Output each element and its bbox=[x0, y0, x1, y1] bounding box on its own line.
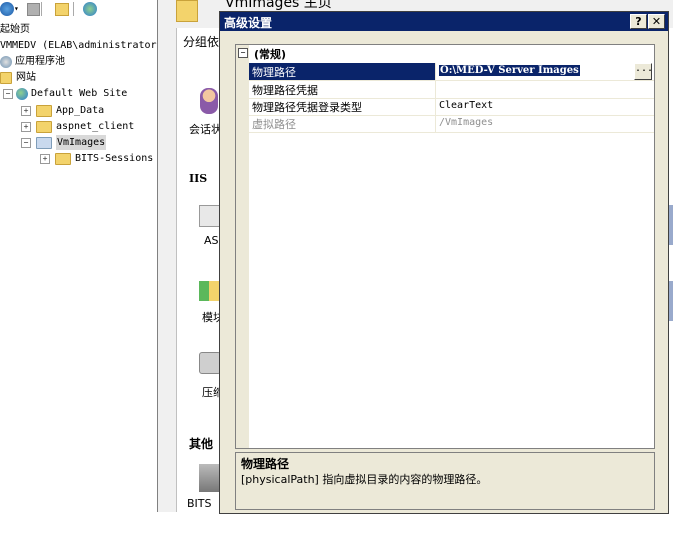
tree-item-label: 应用程序池 bbox=[15, 56, 65, 67]
property-name: 物理路径 bbox=[252, 66, 296, 79]
property-name: 物理路径凭据 bbox=[252, 84, 318, 97]
collapse-icon[interactable]: − bbox=[3, 89, 13, 99]
compression-icon[interactable] bbox=[199, 352, 221, 374]
tree-item-sites[interactable]: 网站 bbox=[0, 70, 36, 85]
save-icon[interactable] bbox=[27, 3, 40, 16]
description-title: 物理路径 bbox=[241, 457, 290, 471]
property-row-physical-path-credentials[interactable]: 物理路径凭据 bbox=[249, 81, 654, 99]
collapse-icon[interactable]: − bbox=[21, 138, 31, 148]
dialog-titlebar[interactable]: 高级设置 ? ✕ bbox=[220, 12, 668, 31]
tree-item-label: 网站 bbox=[16, 72, 36, 83]
tree-item-label: App_Data bbox=[56, 105, 105, 116]
tree-item-label: aspnet_client bbox=[56, 121, 135, 132]
column-separator bbox=[435, 98, 436, 115]
folder-icon bbox=[36, 104, 52, 117]
connect-icon[interactable] bbox=[0, 2, 14, 16]
tree-toolbar: ▾ bbox=[0, 0, 157, 19]
tree-item-default-web-site[interactable]: Default Web Site bbox=[16, 86, 127, 101]
expand-icon[interactable]: + bbox=[21, 106, 31, 116]
column-separator bbox=[435, 63, 436, 80]
asp-icon[interactable] bbox=[199, 205, 221, 227]
folder-icon bbox=[36, 120, 52, 133]
session-state-icon[interactable] bbox=[200, 88, 218, 114]
description-text: [physicalPath] 指向虚拟目录的内容的物理路径。 bbox=[241, 473, 488, 486]
physical-path-input[interactable]: O:\MED-V Server Images bbox=[439, 65, 580, 76]
disconnect-icon[interactable] bbox=[83, 2, 97, 16]
modules-icon[interactable] bbox=[199, 281, 219, 301]
vmimages-header-icon bbox=[176, 0, 198, 22]
sites-folder-icon bbox=[0, 71, 12, 84]
tree-item-bits-sessions[interactable]: BITS-Sessions bbox=[55, 151, 153, 166]
toolbar-separator bbox=[41, 2, 42, 16]
folder-icon bbox=[55, 152, 71, 165]
description-panel: 物理路径 [physicalPath] 指向虚拟目录的内容的物理路径。 bbox=[235, 452, 655, 510]
property-row-logon-type[interactable]: 物理路径凭据登录类型 ClearText bbox=[249, 98, 654, 116]
browse-button[interactable]: ... bbox=[634, 63, 653, 80]
property-name: 虚拟路径 bbox=[252, 118, 296, 131]
dialog-title: 高级设置 bbox=[224, 16, 273, 30]
close-button[interactable]: ✕ bbox=[648, 14, 665, 29]
virtual-dir-icon bbox=[36, 136, 52, 149]
tree-item-label: 起始页 bbox=[0, 24, 30, 35]
toolbar-separator bbox=[73, 2, 74, 16]
app-pool-icon bbox=[0, 55, 12, 68]
tree-item-start-page[interactable]: 起始页 bbox=[0, 22, 30, 37]
category-general-label: (常规) bbox=[254, 48, 287, 61]
property-name: 物理路径凭据登录类型 bbox=[252, 101, 362, 114]
group-by-label[interactable]: 分组依 bbox=[183, 33, 219, 50]
expand-icon[interactable]: + bbox=[21, 122, 31, 132]
category-collapse-icon[interactable]: − bbox=[238, 48, 248, 58]
tree-item-vmimages[interactable]: VmImages bbox=[36, 135, 107, 150]
physical-path-input-box[interactable]: O:\MED-V Server Images bbox=[438, 64, 633, 79]
feature-session-label[interactable]: 会话状 bbox=[189, 121, 222, 137]
tree-item-label: VMMEDV (ELAB\administrator bbox=[0, 40, 157, 51]
tree-item-label: Default Web Site bbox=[31, 88, 128, 99]
feature-bits-label[interactable]: BITS bbox=[187, 497, 212, 510]
tree-item-app-pools[interactable]: 应用程序池 bbox=[0, 54, 65, 69]
advanced-settings-dialog: 高级设置 ? ✕ − (常规) 物理路径 O:\MED-V Server Ima… bbox=[219, 11, 669, 514]
tree-item-aspnet-client[interactable]: aspnet_client bbox=[36, 119, 134, 134]
expand-icon[interactable]: + bbox=[40, 154, 50, 164]
column-separator bbox=[435, 115, 436, 132]
tree-item-server[interactable]: VMMEDV (ELAB\administrator bbox=[0, 38, 157, 53]
connect-dropdown-icon[interactable]: ▾ bbox=[14, 2, 20, 16]
bits-server-icon[interactable] bbox=[199, 464, 219, 492]
property-grid: − (常规) 物理路径 O:\MED-V Server Images ... 物… bbox=[235, 44, 655, 449]
iis-group-header: IIS bbox=[189, 172, 208, 185]
property-value: /VmImages bbox=[439, 117, 494, 128]
connections-tree-pane: ▾ 起始页 VMMEDV (ELAB\administrator 应用程序池 网… bbox=[0, 0, 158, 512]
tree-item-label: BITS-Sessions bbox=[75, 153, 154, 164]
tree-item-app-data[interactable]: App_Data bbox=[36, 103, 104, 118]
help-button[interactable]: ? bbox=[630, 14, 647, 29]
website-globe-icon bbox=[16, 87, 28, 100]
property-row-virtual-path: 虚拟路径 /VmImages bbox=[249, 115, 654, 133]
property-value[interactable]: ClearText bbox=[439, 100, 493, 111]
property-grid-gutter bbox=[236, 45, 249, 448]
property-row-physical-path[interactable]: 物理路径 O:\MED-V Server Images ... bbox=[249, 63, 654, 81]
other-group-header: 其他 bbox=[189, 437, 214, 451]
tree-item-label: VmImages bbox=[56, 135, 107, 150]
up-folder-icon[interactable] bbox=[55, 3, 69, 16]
column-separator bbox=[435, 81, 436, 98]
